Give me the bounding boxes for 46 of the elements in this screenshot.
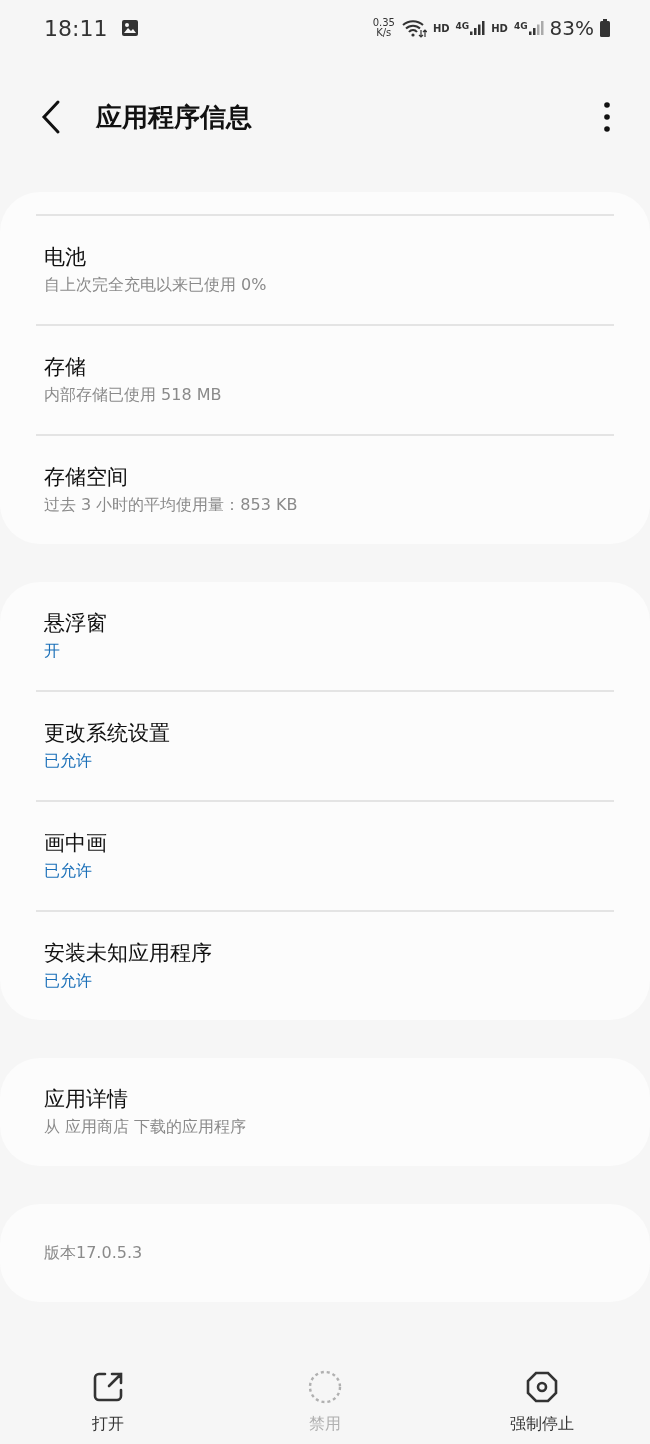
- settings-item[interactable]: 存储空间 过去 3 小时的平均使用量：853 KB: [36, 436, 614, 544]
- settings-item[interactable]: 版本17.0.5.3: [36, 1204, 614, 1302]
- item-title: 存储: [44, 354, 87, 381]
- battery-percent: 83%: [549, 16, 594, 40]
- wifi-icon: [400, 18, 427, 38]
- item-status: 已允许: [44, 970, 93, 992]
- item-status: 开: [44, 640, 61, 662]
- settings-item[interactable]: 更改系统设置 已允许: [36, 692, 614, 802]
- item-summary: 自上次完全充电以来已使用 0%: [44, 274, 268, 296]
- item-status: 已允许: [44, 860, 93, 882]
- item-title: 存储空间: [44, 464, 129, 491]
- more-options-icon[interactable]: [604, 102, 610, 132]
- settings-item[interactable]: 安装未知应用程序 已允许: [36, 912, 614, 1020]
- item-status: 已允许: [44, 750, 93, 772]
- item-title: 电池: [44, 244, 87, 271]
- battery-icon: [600, 19, 610, 37]
- dotted-circle-icon: [308, 1370, 342, 1404]
- item-summary: 内部存储已使用 518 MB: [44, 384, 223, 406]
- page-title: 应用程序信息: [96, 100, 253, 134]
- network-speed-value: 0.35: [372, 18, 395, 28]
- hd-indicator: HD: [432, 22, 450, 34]
- settings-item[interactable]: 存储 内部存储已使用 518 MB: [36, 326, 614, 436]
- settings-item[interactable]: 悬浮窗 开: [36, 582, 614, 692]
- stop-octagon-icon: [524, 1370, 559, 1404]
- network-speed-unit: K/s: [376, 28, 392, 38]
- network-type: 4G: [455, 21, 470, 31]
- settings-item[interactable]: 应用详情 从 应用商店 下载的应用程序: [36, 1058, 614, 1166]
- action-button[interactable]: 打开: [38, 1362, 179, 1443]
- item-title: 画中画: [44, 830, 108, 857]
- action-button[interactable]: 强制停止: [471, 1362, 612, 1443]
- item-title: 悬浮窗: [44, 610, 108, 637]
- network-type: 4G: [513, 21, 528, 31]
- item-title: 安装未知应用程序: [44, 940, 213, 967]
- image-icon: [121, 19, 140, 37]
- item-summary: 过去 3 小时的平均使用量：853 KB: [44, 494, 299, 516]
- item-title: 更改系统设置: [44, 720, 171, 747]
- item-summary: 版本17.0.5.3: [44, 1242, 144, 1264]
- back-icon[interactable]: [40, 99, 62, 135]
- settings-item[interactable]: 画中画 已允许: [36, 802, 614, 912]
- settings-item[interactable]: 电池 自上次完全充电以来已使用 0%: [36, 216, 614, 326]
- signal-icon: [528, 21, 544, 35]
- clock: 18:11: [44, 15, 108, 41]
- signal-icon: [470, 21, 486, 35]
- hd-indicator: HD: [491, 22, 508, 34]
- item-title: 应用详情: [44, 1086, 129, 1113]
- item-summary: 从 应用商店 下载的应用程序: [44, 1116, 248, 1138]
